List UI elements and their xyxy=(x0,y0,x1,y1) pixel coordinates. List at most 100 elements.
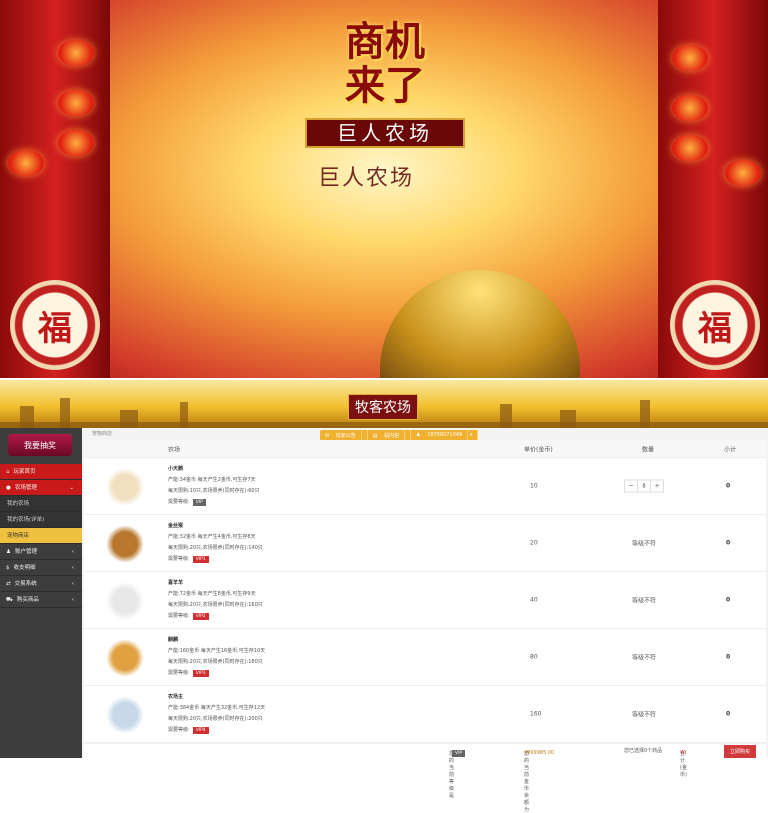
unit-price: 80 xyxy=(530,653,538,661)
quantity-input[interactable] xyxy=(637,480,651,492)
drum-icon: 福 xyxy=(10,280,100,370)
pet-name: 金丝猴 xyxy=(168,523,184,529)
exchange-icon: ⇄ xyxy=(6,581,11,587)
vip-badge: VIP1 xyxy=(192,556,209,563)
subtotal: 0 xyxy=(726,539,731,547)
breadcrumb: 宠物商店 xyxy=(92,431,113,437)
banner-subtitle-echo: 巨人农场 xyxy=(318,166,415,191)
level-mismatch-text: 等级不符 xyxy=(632,540,657,548)
selected-count: 您已选择0个商品 xyxy=(624,748,663,754)
column-header: 小计 xyxy=(724,446,737,453)
pet-yield: 产能:34金币 每天产生2金币,可生存7天 xyxy=(168,477,256,483)
unit-price: 160 xyxy=(530,710,542,718)
pet-yield: 产能:32金币 每天产生4金币,可生存8天 xyxy=(168,534,256,540)
level-mismatch-text: 等级不符 xyxy=(632,654,657,662)
level-label: 需要等级: xyxy=(168,499,190,505)
table-row: 喜羊羊 产能:72金币 每天产生8金币,可生存9天 每天限购:20只,农场限养(… xyxy=(84,572,766,629)
pet-name: 农场主 xyxy=(168,694,184,700)
pet-image xyxy=(106,468,144,506)
sidebar-item-my-farm[interactable]: 我的农场 xyxy=(0,496,82,512)
cart-footer: 您的当前等级是 VIP 您的当前金币余额为 ¥999985.00 您已选择0个商… xyxy=(84,744,766,813)
lottery-button[interactable]: 我要抽奖 xyxy=(8,434,72,456)
lantern-icon xyxy=(672,45,708,71)
chevron-left-icon: ‹ xyxy=(71,581,74,587)
pet-limit: 每天限购:20只,农场限养(同时存在):160只 xyxy=(168,602,263,608)
chevron-left-icon: ‹ xyxy=(71,549,74,555)
lantern-icon xyxy=(58,130,94,156)
home-icon: ⌂ xyxy=(6,469,10,475)
sidebar-item-purchase[interactable]: ⛟ 购买商品 ‹ xyxy=(0,592,82,608)
chevron-left-icon: ‹ xyxy=(71,565,74,571)
pet-name: 小天鹅 xyxy=(168,466,184,472)
lantern-icon xyxy=(672,95,708,121)
pet-limit: 每天限购:10只,农场限养(同时存在):60只 xyxy=(168,488,260,494)
sidebar-item-account[interactable]: ♟ 账户管理 ‹ xyxy=(0,544,82,560)
pet-image xyxy=(106,639,144,677)
farm-icon: ● xyxy=(6,485,11,491)
pet-info: 农场主 产能:384金币 每天产生32金币,可生存12天 每天限购:20只,农场… xyxy=(168,692,265,736)
level-mismatch-text: 等级不符 xyxy=(632,597,657,605)
lantern-icon xyxy=(58,90,94,116)
gold-coins-image xyxy=(380,270,580,378)
sidebar-item-transactions[interactable]: $ 收支明细 ‹ xyxy=(0,560,82,576)
unit-price: 20 xyxy=(530,539,538,547)
unit-price: 10 xyxy=(530,482,538,490)
subtotal: 0 xyxy=(726,710,731,718)
pet-image xyxy=(106,582,144,620)
cart-icon: ⛟ xyxy=(6,597,13,603)
level-mismatch-text: 等级不符 xyxy=(632,711,657,719)
dollar-icon: $ xyxy=(6,565,10,571)
sidebar-item-my-farm-detail[interactable]: 我的农场(详单) xyxy=(0,512,82,528)
vip-badge: VIP2 xyxy=(192,613,209,620)
column-header: 农场 xyxy=(168,446,181,453)
pet-info: 小天鹅 产能:34金币 每天产生2金币,可生存7天 每天限购:10只,农场限养(… xyxy=(168,464,260,508)
increment-button[interactable]: + xyxy=(651,481,663,492)
buy-now-button[interactable]: 立即购买 xyxy=(723,745,756,758)
sidebar-item-farm-management[interactable]: ● 农场管理 ⌄ xyxy=(0,480,82,496)
table-row: 农场主 产能:384金币 每天产生32金币,可生存12天 每天限购:20只,农场… xyxy=(84,686,766,743)
column-header: 数量 xyxy=(642,446,655,453)
vip-badge: VIP3 xyxy=(192,670,209,677)
pet-limit: 每天限购:20只,农场限养(同时存在):180只 xyxy=(168,659,263,665)
site-logo: 牧客农场 xyxy=(348,394,418,420)
pet-image xyxy=(106,696,144,734)
user-icon: ♟ xyxy=(6,549,11,555)
banner-title: 商机 来了 xyxy=(345,18,425,109)
subtotal: 0 xyxy=(726,596,731,604)
table-row: 麒麟 产能:160金币 每天产生16金币,可生存10天 每天限购:20只,农场限… xyxy=(84,629,766,686)
lantern-icon xyxy=(725,160,761,186)
level-label: 需要等级: xyxy=(168,613,190,619)
level-label: 需要等级: xyxy=(168,670,190,676)
pet-info: 喜羊羊 产能:72金币 每天产生8金币,可生存9天 每天限购:20只,农场限养(… xyxy=(168,578,263,622)
column-header: 单价(金币) xyxy=(524,446,553,453)
table-row: 金丝猴 产能:32金币 每天产生4金币,可生存8天 每天限购:20只,农场限养(… xyxy=(84,515,766,572)
unit-price: 40 xyxy=(530,596,538,604)
sidebar-item-trading[interactable]: ⇄ 交易系统 ‹ xyxy=(0,576,82,592)
sidebar-item-pet-shop[interactable]: 宠物商店 xyxy=(0,528,82,544)
subtotal: 0 xyxy=(726,653,731,661)
pet-limit: 每天限购:20只,农场限养(同时存在):200只 xyxy=(168,716,263,722)
pet-yield: 产能:72金币 每天产生8金币,可生存9天 xyxy=(168,591,256,597)
pet-image xyxy=(106,525,144,563)
lantern-icon xyxy=(58,40,94,66)
pet-yield: 产能:384金币 每天产生32金币,可生存12天 xyxy=(168,705,266,711)
lantern-icon xyxy=(672,135,708,161)
table-row: 小天鹅 产能:34金币 每天产生2金币,可生存7天 每天限购:10只,农场限养(… xyxy=(84,458,766,515)
pet-yield: 产能:160金币 每天产生16金币,可生存10天 xyxy=(168,648,266,654)
pet-name: 喜羊羊 xyxy=(168,580,184,586)
lantern-icon xyxy=(8,150,44,176)
promo-banner: 商机 来了 巨人农场 巨人农场 福 福 xyxy=(0,0,768,378)
pet-table: 农场 单价(金币) 数量 小计 小天鹅 产能:34金币 每天产生2金币,可生存7… xyxy=(84,440,766,743)
level-label: 需要等级: xyxy=(168,556,190,562)
banner-subtitle: 巨人农场 xyxy=(305,118,465,148)
main-content: 宠物商店 ✉ 玩家公告 ▤ 站内信 ♟ 18756071049 ▾ 农场 单价(… xyxy=(82,428,768,813)
sidebar-item-home[interactable]: ⌂ 玩家首页 xyxy=(0,464,82,480)
drum-icon: 福 xyxy=(670,280,760,370)
decrement-button[interactable]: − xyxy=(625,481,637,492)
table-header: 农场 单价(金币) 数量 小计 xyxy=(84,440,766,458)
chevron-down-icon: ⌄ xyxy=(69,485,74,491)
pet-info: 金丝猴 产能:32金币 每天产生4金币,可生存8天 每天限购:20只,农场限养(… xyxy=(168,521,263,565)
quantity-stepper: −+ xyxy=(624,479,664,493)
pet-limit: 每天限购:20只,农场限养(同时存在):140只 xyxy=(168,545,263,551)
pet-info: 麒麟 产能:160金币 每天产生16金币,可生存10天 每天限购:20只,农场限… xyxy=(168,635,265,679)
